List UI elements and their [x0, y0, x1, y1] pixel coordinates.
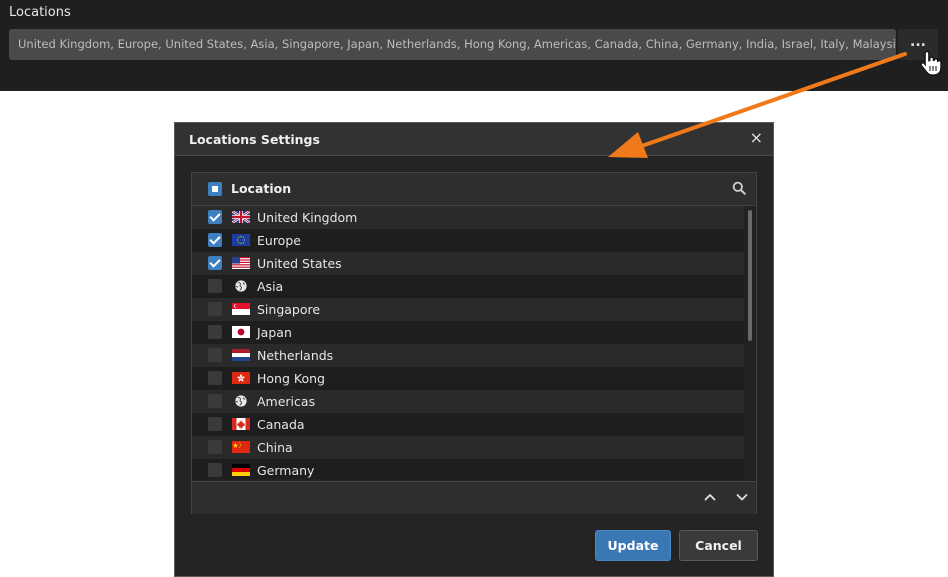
search-icon[interactable]: [732, 181, 746, 195]
china-flag-icon: [232, 441, 250, 453]
globe-icon: [235, 395, 247, 407]
row-label: Netherlands: [257, 348, 334, 363]
row-label: Asia: [257, 279, 284, 294]
locations-field[interactable]: United Kingdom, Europe, United States, A…: [9, 29, 896, 60]
close-icon[interactable]: ×: [750, 128, 763, 148]
row-label: Hong Kong: [257, 371, 325, 386]
us-flag-icon: [232, 257, 250, 269]
row-label: Americas: [257, 394, 316, 409]
row-checkbox[interactable]: [208, 371, 222, 385]
row-label: United Kingdom: [257, 210, 358, 225]
update-button[interactable]: Update: [595, 530, 671, 561]
row-checkbox[interactable]: [208, 440, 222, 454]
row-checkbox[interactable]: [208, 279, 222, 293]
uk-flag-icon: [232, 211, 250, 223]
list-item[interactable]: Americas: [192, 390, 744, 413]
list-scrollbar[interactable]: [748, 210, 752, 341]
list-item[interactable]: Hong Kong: [192, 367, 744, 390]
eu-flag-icon: [232, 234, 250, 246]
row-label: Canada: [257, 417, 305, 432]
list-footer: [192, 481, 756, 514]
row-checkbox[interactable]: [208, 302, 222, 316]
list-header: Location: [192, 173, 756, 206]
list-item[interactable]: Netherlands: [192, 344, 744, 367]
dialog-title: Locations Settings: [189, 132, 320, 147]
locations-list-panel: Location United Kingdom Europe United St…: [191, 172, 757, 514]
japan-flag-icon: [232, 326, 250, 338]
row-checkbox[interactable]: [208, 256, 222, 270]
list-item[interactable]: Singapore: [192, 298, 744, 321]
hand-cursor-icon: [920, 50, 942, 76]
row-label: Japan: [257, 325, 292, 340]
row-label: China: [257, 440, 293, 455]
locations-list: United Kingdom Europe United States Asia…: [192, 206, 744, 479]
germany-flag-icon: [232, 464, 250, 476]
chevron-down-icon[interactable]: [735, 490, 749, 504]
globe-icon: [235, 280, 247, 292]
list-item[interactable]: Canada: [192, 413, 744, 436]
dialog-header: Locations Settings ×: [175, 123, 773, 156]
hongkong-flag-icon: [232, 372, 250, 384]
list-item[interactable]: Japan: [192, 321, 744, 344]
row-label: United States: [257, 256, 342, 271]
row-checkbox[interactable]: [208, 417, 222, 431]
row-checkbox[interactable]: [208, 394, 222, 408]
locations-label: Locations: [9, 5, 71, 20]
list-item[interactable]: Europe: [192, 229, 744, 252]
row-checkbox[interactable]: [208, 348, 222, 362]
singapore-flag-icon: [232, 303, 250, 315]
list-item[interactable]: United Kingdom: [192, 206, 744, 229]
list-item[interactable]: China: [192, 436, 744, 459]
list-item[interactable]: Asia: [192, 275, 744, 298]
netherlands-flag-icon: [232, 349, 250, 361]
canada-flag-icon: [232, 418, 250, 430]
list-item[interactable]: United States: [192, 252, 744, 275]
row-label: Singapore: [257, 302, 321, 317]
locations-settings-dialog: Locations Settings × Location United Kin…: [174, 122, 774, 577]
row-checkbox[interactable]: [208, 210, 222, 224]
row-checkbox[interactable]: [208, 325, 222, 339]
chevron-up-icon[interactable]: [703, 490, 717, 504]
row-checkbox[interactable]: [208, 233, 222, 247]
cancel-button[interactable]: Cancel: [679, 530, 758, 561]
row-label: Europe: [257, 233, 301, 248]
row-checkbox[interactable]: [208, 463, 222, 477]
locations-section: Locations United Kingdom, Europe, United…: [0, 0, 948, 91]
list-header-title: Location: [231, 181, 292, 196]
select-all-checkbox[interactable]: [208, 182, 222, 196]
row-label: Germany: [257, 463, 315, 478]
list-item[interactable]: Germany: [192, 459, 744, 479]
